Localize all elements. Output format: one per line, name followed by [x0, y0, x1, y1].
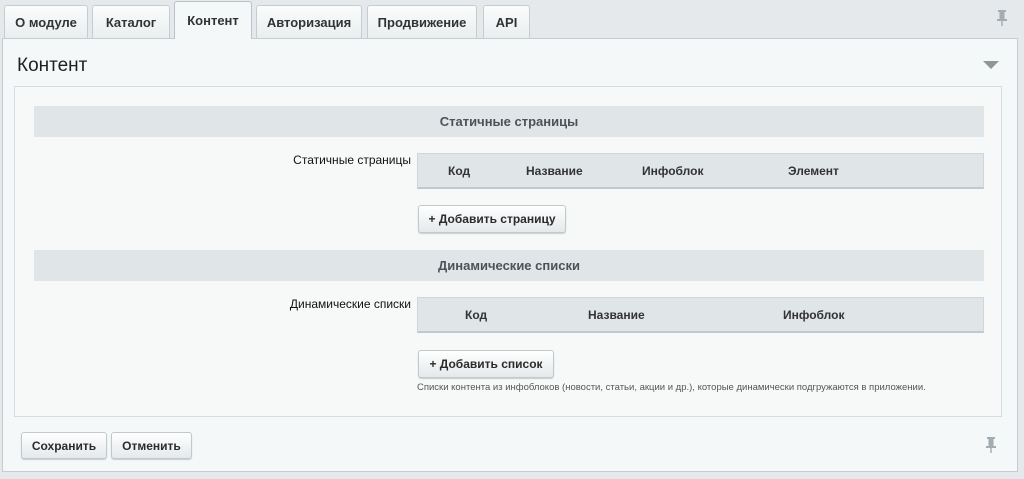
tab-authorization[interactable]: Авторизация [256, 5, 362, 38]
tab-api[interactable]: API [483, 5, 530, 38]
settings-area: Статичные страницы Статичные страницы Ко… [14, 86, 1002, 417]
static-pages-table-header: Код Название Инфоблок Элемент [417, 153, 984, 189]
dynamic-lists-hint: Списки контента из инфоблоков (новости, … [417, 382, 926, 393]
add-list-button[interactable]: + Добавить список [418, 350, 554, 378]
field-label-static-pages: Статичные страницы [293, 153, 411, 167]
content-panel: Контент Статичные страницы Статичные стр… [2, 38, 1018, 472]
pin-icon[interactable] [995, 9, 1009, 27]
column-code: Код [465, 308, 488, 322]
dynamic-lists-table-header: Код Название Инфоблок [417, 297, 984, 333]
tab-promotion[interactable]: Продвижение [367, 5, 477, 38]
page-title: Контент [17, 55, 88, 76]
save-button[interactable]: Сохранить [21, 432, 107, 459]
column-name: Название [526, 164, 583, 178]
tab-catalog[interactable]: Каталог [92, 5, 170, 38]
column-infoblock: Инфоблок [783, 308, 845, 322]
section-header-static-pages: Статичные страницы [34, 106, 984, 137]
field-label-dynamic-lists: Динамические списки [289, 297, 411, 311]
chevron-down-icon[interactable] [983, 61, 999, 69]
tab-content[interactable]: Контент [174, 1, 252, 39]
section-header-dynamic-lists: Динамические списки [34, 250, 984, 281]
column-code: Код [448, 164, 471, 178]
add-page-button[interactable]: + Добавить страницу [418, 205, 566, 233]
tab-bar: О модуле Каталог Контент Авторизация Про… [0, 0, 1024, 39]
column-element: Элемент [788, 164, 839, 178]
column-infoblock: Инфоблок [642, 164, 704, 178]
cancel-button[interactable]: Отменить [111, 432, 192, 459]
tab-about[interactable]: О модуле [4, 5, 88, 38]
column-name: Название [588, 308, 645, 322]
pin-icon[interactable] [984, 436, 998, 454]
